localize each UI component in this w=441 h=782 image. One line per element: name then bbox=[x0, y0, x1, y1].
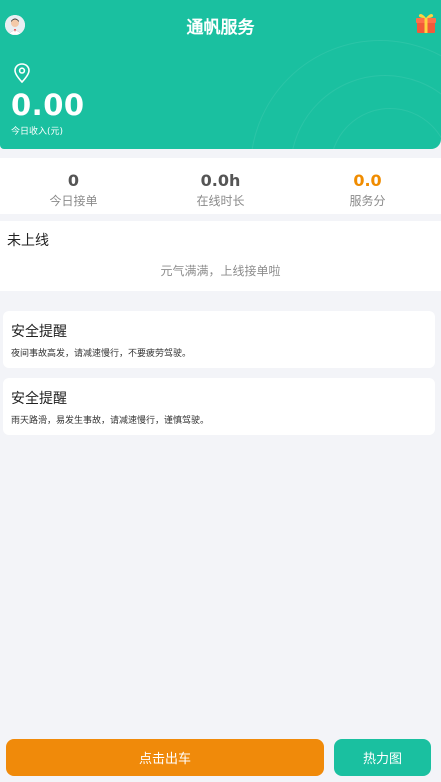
status-subtitle: 元气满满，上线接单啦 bbox=[160, 264, 281, 278]
stat-service-score[interactable]: 0.0 服务分 bbox=[294, 158, 441, 214]
income-label: 今日收入(元) bbox=[11, 127, 64, 137]
location-pin-icon bbox=[12, 62, 32, 84]
stat-online-time[interactable]: 0.0h 在线时长 bbox=[147, 158, 294, 214]
heatmap-button[interactable]: 热力图 bbox=[334, 739, 431, 776]
stat-label: 服务分 bbox=[349, 194, 386, 208]
income-value: 0.00 bbox=[11, 88, 85, 122]
online-status-card: 未上线 元气满满，上线接单啦 bbox=[0, 221, 441, 291]
notice-title: 安全提醒 bbox=[11, 391, 67, 407]
go-online-button[interactable]: 点击出车 bbox=[6, 739, 324, 776]
stat-label: 今日接单 bbox=[49, 194, 98, 208]
stat-value: 0.0h bbox=[200, 171, 241, 190]
stat-label: 在线时长 bbox=[196, 194, 245, 208]
status-title: 未上线 bbox=[7, 233, 49, 249]
stat-value: 0 bbox=[67, 171, 80, 190]
safety-notice-card[interactable]: 安全提醒 夜间事故高发，请减速慢行，不要疲劳驾驶。 bbox=[3, 311, 435, 368]
notice-body: 夜间事故高发，请减速慢行，不要疲劳驾驶。 bbox=[11, 349, 192, 359]
stat-orders[interactable]: 0 今日接单 bbox=[0, 158, 147, 214]
notice-body: 雨天路滑，易发生事故，请减速慢行，谨慎驾驶。 bbox=[11, 416, 210, 426]
page-title: 通帆服务 bbox=[186, 18, 255, 38]
notice-title: 安全提醒 bbox=[11, 324, 67, 340]
gift-icon[interactable] bbox=[415, 12, 437, 34]
safety-notice-card[interactable]: 安全提醒 雨天路滑，易发生事故，请减速慢行，谨慎驾驶。 bbox=[3, 378, 435, 435]
header-banner: 通帆服务 0.00 今日收入(元) bbox=[0, 0, 441, 149]
stat-value: 0.0 bbox=[353, 171, 382, 190]
stats-bar: 0 今日接单 0.0h 在线时长 0.0 服务分 bbox=[0, 158, 441, 214]
